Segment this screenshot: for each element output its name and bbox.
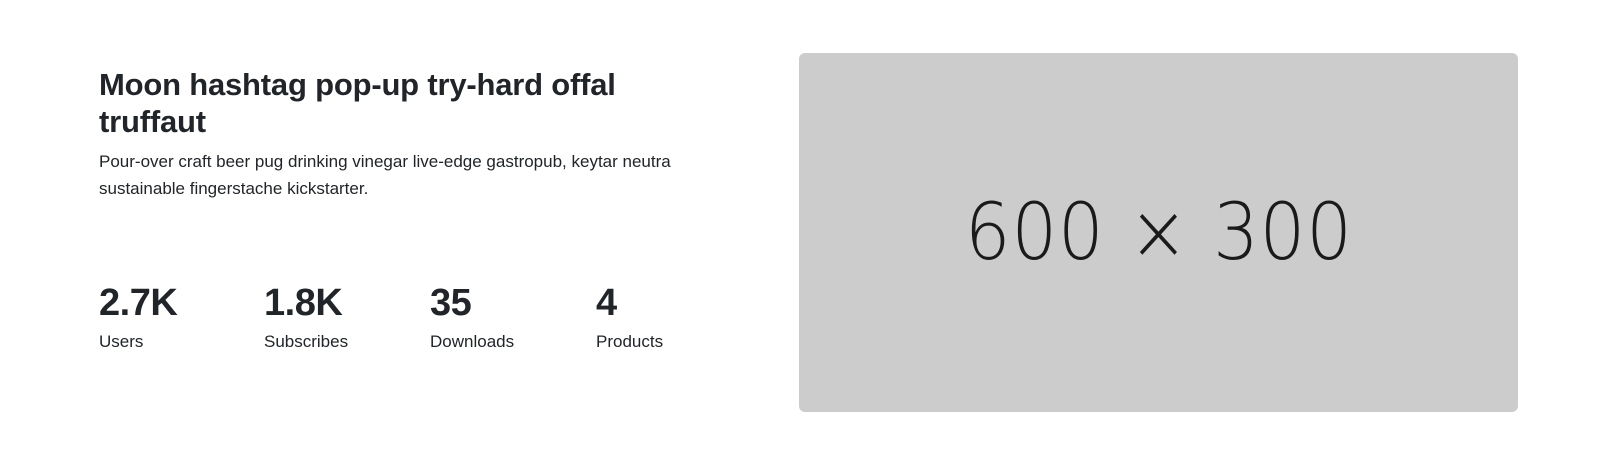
hero-content: Moon hashtag pop-up try-hard offal truff… <box>99 66 719 202</box>
placeholder-dimensions-text: 600 × 300 <box>964 187 1353 278</box>
stats-row: 2.7K Users 1.8K Subscribes 35 Downloads … <box>99 280 719 360</box>
image-placeholder: 600 × 300 <box>799 53 1518 412</box>
hero-section: Moon hashtag pop-up try-hard offal truff… <box>0 0 1601 473</box>
hero-description: Pour-over craft beer pug drinking vinega… <box>99 152 671 198</box>
stat-label: Products <box>596 332 664 351</box>
hero-title: Moon hashtag pop-up try-hard offal truff… <box>99 67 616 139</box>
stat-value: 4 <box>596 282 617 324</box>
stat-value: 2.7K <box>99 282 178 324</box>
stat-label: Users <box>99 332 144 351</box>
stat-value: 35 <box>430 282 472 324</box>
stat-label: Subscribes <box>264 332 349 351</box>
stat-products: 4 Products <box>596 280 756 354</box>
stat-users: 2.7K Users <box>99 280 259 354</box>
stat-value: 1.8K <box>264 282 343 324</box>
stat-downloads: 35 Downloads <box>430 280 590 354</box>
stat-label: Downloads <box>430 332 515 351</box>
stat-subscribes: 1.8K Subscribes <box>264 280 424 354</box>
